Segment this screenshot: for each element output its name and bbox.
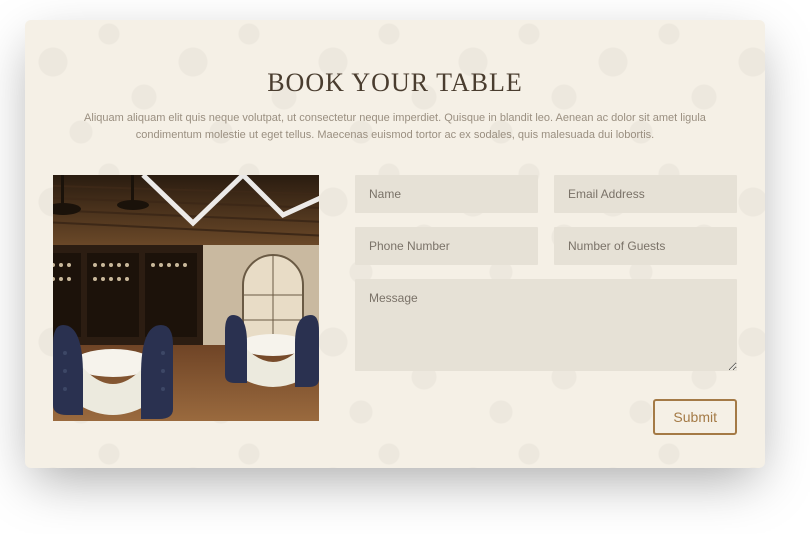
guests-input[interactable] (554, 227, 737, 265)
page-title: BOOK YOUR TABLE (53, 68, 737, 98)
message-input[interactable] (355, 279, 737, 371)
booking-card: BOOK YOUR TABLE Aliquam aliquam elit qui… (25, 20, 765, 468)
page-subtitle: Aliquam aliquam elit quis neque volutpat… (55, 110, 735, 143)
phone-input[interactable] (355, 227, 538, 265)
name-input[interactable] (355, 175, 538, 213)
restaurant-photo (53, 175, 319, 421)
submit-button[interactable]: Submit (653, 399, 737, 435)
content-row: Submit (53, 175, 737, 435)
email-input[interactable] (554, 175, 737, 213)
booking-form: Submit (355, 175, 737, 435)
